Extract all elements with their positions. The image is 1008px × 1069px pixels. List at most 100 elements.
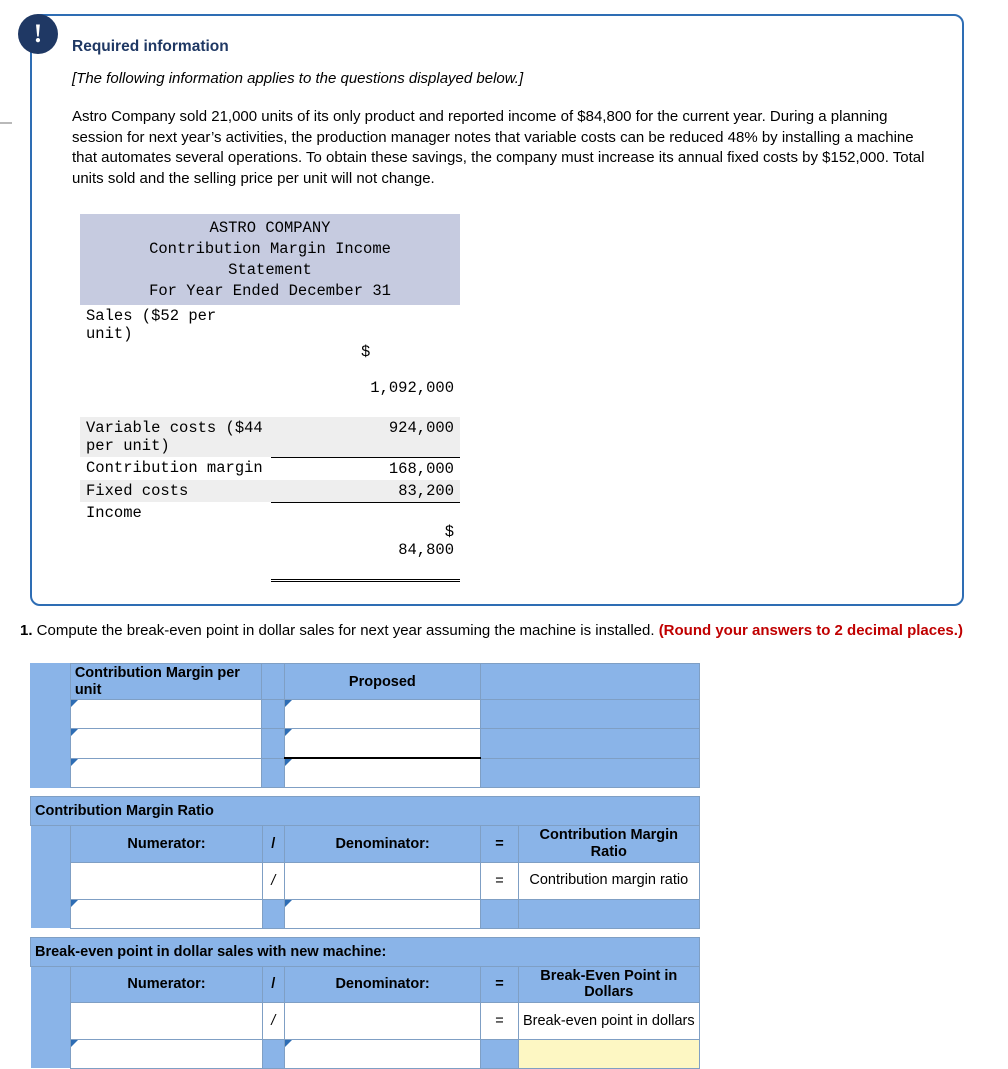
- income-statement-table: ASTRO COMPANY Contribution Margin Income…: [80, 213, 460, 582]
- header-proposed: Proposed: [283, 662, 482, 701]
- row-label-blank-bep-2: [30, 1039, 71, 1069]
- header-slash-cmr: /: [261, 825, 285, 863]
- income-amount: 84,800: [398, 540, 454, 559]
- table-row: Fixed costs 83,200: [80, 479, 460, 503]
- table-header-row: Numerator: / Denominator: = Break-Even P…: [30, 965, 701, 1003]
- row-amount-income: $ 84,800: [271, 501, 460, 582]
- row-label-blank-cmr-1: [30, 862, 71, 900]
- contribution-margin-ratio-table: Contribution Margin Ratio Numerator: / D…: [30, 796, 701, 929]
- bep-numerator-input-2[interactable]: [70, 1038, 263, 1069]
- cmr-denominator-input[interactable]: [283, 861, 482, 900]
- header-equals-cmr: =: [480, 825, 519, 863]
- statement-period: For Year Ended December 31: [149, 281, 391, 300]
- bep-equals-blank: [480, 1038, 519, 1069]
- row-amount-fixed-costs: 83,200: [271, 479, 460, 503]
- bep-slash-cell: /: [261, 1001, 285, 1040]
- break-even-dollars-table: Break-even point in dollar sales with ne…: [30, 936, 701, 1069]
- cmr-equals-blank: [480, 898, 519, 929]
- corner-cell: [30, 663, 71, 700]
- sales-currency: $: [360, 343, 371, 362]
- table-row: / = Break-even point in dollars: [30, 1001, 701, 1040]
- header-numerator-bep: Numerator:: [70, 965, 263, 1003]
- bep-result-answer-cell[interactable]: [517, 1038, 701, 1069]
- left-tick-mark: [0, 122, 12, 124]
- table-row: [30, 699, 700, 730]
- spacer-cell-3: [261, 757, 285, 789]
- table-row: [30, 757, 700, 789]
- income-currency: $: [444, 522, 454, 541]
- table-row: Contribution margin 168,000: [80, 456, 460, 480]
- contribution-margin-per-unit-table: Contribution Margin per unit Proposed: [30, 662, 700, 789]
- section-title-contribution-margin-ratio: Contribution Margin Ratio: [30, 796, 700, 827]
- statement-title-line3: Statement: [228, 260, 312, 279]
- alert-icon: !: [18, 14, 58, 54]
- table-header-row: Contribution Margin per unit Proposed: [30, 662, 700, 701]
- table-row: / = Contribution margin ratio: [30, 861, 701, 900]
- header-numerator-cmr: Numerator:: [70, 825, 263, 863]
- cm-value-input-2[interactable]: [283, 728, 482, 760]
- table-row: [30, 1038, 701, 1069]
- row-amount-contribution-margin: 168,000: [271, 456, 460, 480]
- cmr-denominator-input-2[interactable]: [283, 898, 482, 929]
- section-title-break-even: Break-even point in dollar sales with ne…: [30, 936, 700, 967]
- cmr-result-label: Contribution margin ratio: [517, 861, 701, 900]
- income-statement-header-row: ASTRO COMPANY Contribution Margin Income…: [80, 213, 460, 306]
- row-label-blank-cmr-2: [30, 899, 71, 929]
- required-information-callout: ! Required information [The following in…: [0, 14, 964, 606]
- cmr-result-blank: [517, 898, 701, 929]
- cm-label-input-3[interactable]: [69, 757, 263, 789]
- cm-label-input-1[interactable]: [69, 699, 263, 730]
- cmr-numerator-input[interactable]: [70, 861, 263, 900]
- cm-value-input-3[interactable]: [283, 757, 482, 789]
- row-amount-sales: $ 1,092,000: [271, 305, 460, 417]
- question-text: Compute the break-even point in dollar s…: [32, 621, 659, 639]
- right-blank-3: [480, 757, 700, 789]
- question-prompt: 1. Compute the break-even point in dolla…: [20, 620, 978, 641]
- row-label-sales: Sales ($52 per unit): [86, 307, 217, 344]
- statement-title-line2: Contribution Margin Income: [149, 239, 391, 258]
- section-title-row: Contribution Margin Ratio: [30, 796, 700, 827]
- row-label-fixed-costs: Fixed costs: [80, 479, 272, 503]
- row-label-blank-2: [30, 728, 71, 759]
- scenario-paragraph: Astro Company sold 21,000 units of its o…: [72, 108, 925, 188]
- header-equals-bep: =: [480, 965, 519, 1003]
- section-title-row: Break-even point in dollar sales with ne…: [30, 936, 700, 967]
- bep-result-label: Break-even point in dollars: [517, 1001, 701, 1040]
- table-row: [30, 728, 700, 760]
- sales-amount: 1,092,000: [370, 379, 454, 398]
- bep-equals-cell: =: [480, 1001, 519, 1040]
- row-label-income: Income: [86, 504, 142, 523]
- header-denominator-cmr: Denominator:: [283, 825, 482, 863]
- row-label-variable-costs: Variable costs ($44 per unit): [80, 417, 272, 458]
- row-amount-variable-costs: 924,000: [271, 417, 460, 458]
- cm-label-input-2[interactable]: [69, 728, 263, 759]
- cm-value-input-1[interactable]: [283, 699, 482, 730]
- spacer-cell-2: [261, 728, 285, 759]
- corner-cell-2: [30, 825, 71, 863]
- row-label-contribution-margin: Contribution margin: [86, 459, 263, 478]
- bep-denominator-input[interactable]: [283, 1001, 482, 1040]
- row-label-blank-1: [30, 699, 71, 729]
- bep-denominator-input-2[interactable]: [283, 1038, 482, 1069]
- table-header-row: Numerator: / Denominator: = Contribution…: [30, 825, 701, 863]
- row-label-blank-3: [30, 758, 71, 788]
- header-result-cmr: Contribution Margin Ratio: [517, 825, 701, 863]
- table-row: Variable costs ($44 per unit) 924,000: [80, 417, 460, 458]
- right-blank-1: [480, 699, 700, 730]
- header-blank-right: [480, 662, 700, 701]
- required-information-title: Required information: [72, 38, 229, 55]
- question-number: 1.: [20, 621, 33, 639]
- cmr-slash-blank: [261, 898, 285, 929]
- header-contribution-margin-per-unit: Contribution Margin per unit: [69, 662, 263, 701]
- bep-slash-blank: [261, 1038, 285, 1069]
- cmr-numerator-input-2[interactable]: [70, 898, 263, 929]
- table-row: Sales ($52 per unit) $ 1,092,000: [80, 305, 460, 417]
- question-emphasis: (Round your answers to 2 decimal places.…: [658, 621, 963, 639]
- right-blank-2: [480, 728, 700, 759]
- header-slash-bep: /: [261, 965, 285, 1003]
- bep-numerator-input[interactable]: [70, 1001, 263, 1040]
- header-result-bep: Break-Even Point in Dollars: [517, 965, 701, 1003]
- answer-section: Contribution Margin per unit Proposed Co…: [30, 662, 1008, 1069]
- table-row: [30, 898, 701, 929]
- spacer-cell-1: [261, 699, 285, 730]
